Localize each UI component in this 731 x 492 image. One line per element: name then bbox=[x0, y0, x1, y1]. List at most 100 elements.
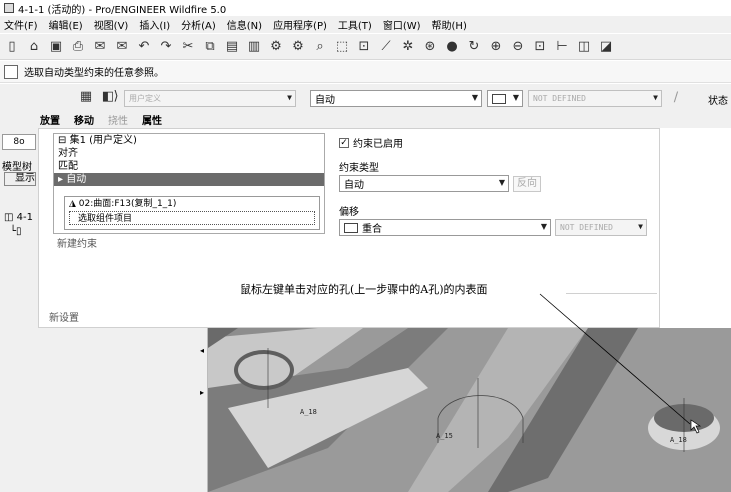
show-button[interactable]: 显示 bbox=[4, 172, 36, 186]
reference-item[interactable]: ◮ 02:曲面:F13(复制_1_1) bbox=[65, 197, 319, 211]
refit-icon[interactable]: ⊡ bbox=[532, 39, 548, 55]
reference-collector: ◮ 02:曲面:F13(复制_1_1) 选取组件项目 bbox=[64, 196, 320, 230]
set-title-label: 集1 (用户定义) bbox=[69, 135, 137, 146]
constraint-enabled-checkbox[interactable]: ✓ 约束已启用 bbox=[339, 135, 403, 150]
constraint-enabled-label: 约束已启用 bbox=[353, 139, 403, 150]
offset-not-defined: NOT DEFINED bbox=[533, 94, 586, 103]
instruction-callout: 鼠标左键单击对应的孔(上一步骤中的A孔)的内表面 bbox=[236, 279, 566, 299]
cut-icon[interactable]: ✂ bbox=[180, 39, 196, 55]
assembly-icon: ◫ bbox=[4, 212, 14, 223]
menu-bar: 文件(F) 编辑(E) 视图(V) 插入(I) 分析(A) 信息(N) 应用程序… bbox=[0, 16, 731, 33]
regen-manager-icon[interactable]: ⚙ bbox=[290, 39, 306, 55]
flip-icon[interactable]: ∕ bbox=[668, 90, 684, 106]
constraint-item-auto[interactable]: ▸ 自动 bbox=[54, 173, 324, 186]
collapse-arrow-icon[interactable]: ◂ bbox=[200, 346, 204, 355]
orient-icon[interactable]: ⊢ bbox=[554, 39, 570, 55]
offset-value-field[interactable]: NOT DEFINED ▼ bbox=[555, 219, 647, 236]
tab-properties[interactable]: 属性 bbox=[142, 112, 162, 127]
arrow-right-icon: ▸ bbox=[58, 174, 64, 185]
chevron-down-icon: ▼ bbox=[498, 178, 505, 187]
open-file-icon[interactable]: ⌂ bbox=[26, 39, 42, 55]
find-icon[interactable]: ⌕ bbox=[312, 39, 328, 55]
model-tree-tab-icon: 8o bbox=[13, 137, 25, 147]
constraint-type-select[interactable]: 自动 ▼ bbox=[310, 90, 482, 107]
viewport-label-a15: A_15 bbox=[436, 432, 453, 440]
chevron-down-icon: ▼ bbox=[512, 93, 519, 102]
user-defined-select[interactable]: 用户定义 ▼ bbox=[124, 90, 296, 107]
menu-view[interactable]: 视图(V) bbox=[94, 17, 129, 32]
constraint-item-align[interactable]: 对齐 bbox=[54, 147, 324, 160]
new-set-link[interactable]: 新设置 bbox=[49, 309, 79, 324]
callout-text: 鼠标左键单击对应的孔(上一步骤中的A孔)的内表面 bbox=[240, 283, 488, 296]
zoom-in-icon[interactable]: ⊕ bbox=[488, 39, 504, 55]
dashboard-tabs: 放置 移动 挠性 属性 bbox=[40, 112, 162, 127]
new-file-icon[interactable]: ▯ bbox=[4, 39, 20, 55]
email-link-icon[interactable]: ✉ bbox=[114, 39, 130, 55]
layers-icon[interactable]: ◪ bbox=[598, 39, 614, 55]
menu-window[interactable]: 窗口(W) bbox=[383, 17, 421, 32]
datum-csys-icon[interactable]: ⊛ bbox=[422, 39, 438, 55]
chevron-down-icon: ▼ bbox=[287, 93, 292, 102]
spin-icon[interactable]: ↻ bbox=[466, 39, 482, 55]
menu-tools[interactable]: 工具(T) bbox=[338, 17, 372, 32]
component-icon[interactable]: ▦ bbox=[78, 89, 94, 105]
hint-text: 选取自动类型约束的任意参照。 bbox=[24, 68, 164, 79]
select-box-icon[interactable]: ⬚ bbox=[334, 39, 350, 55]
email-icon[interactable]: ✉ bbox=[92, 39, 108, 55]
copy-icon[interactable]: ⧉ bbox=[202, 39, 218, 55]
offset-value-not-defined: NOT DEFINED bbox=[560, 223, 613, 232]
datum-axis-icon[interactable]: ⟋ bbox=[378, 39, 394, 55]
sketch-icon[interactable]: ⊡ bbox=[356, 39, 372, 55]
offset-dropdown[interactable]: 重合 ▼ bbox=[339, 219, 551, 236]
checkmark-icon: ✓ bbox=[339, 137, 349, 148]
constraint-type-dropdown[interactable]: 自动 ▼ bbox=[339, 175, 509, 192]
graphics-viewport[interactable]: A_18 A_15 A_18 bbox=[208, 328, 731, 492]
select-component-item[interactable]: 选取组件项目 bbox=[69, 211, 315, 225]
tab-move[interactable]: 移动 bbox=[74, 112, 94, 127]
saved-views-icon[interactable]: ◫ bbox=[576, 39, 592, 55]
menu-applications[interactable]: 应用程序(P) bbox=[273, 17, 327, 32]
constraint-item-mate[interactable]: 匹配 bbox=[54, 160, 324, 173]
save-icon[interactable]: ▣ bbox=[48, 39, 64, 55]
shading-icon[interactable]: ● bbox=[444, 39, 460, 55]
redo-icon[interactable]: ↷ bbox=[158, 39, 174, 55]
menu-insert[interactable]: 插入(I) bbox=[139, 17, 170, 32]
datum-point-icon[interactable]: ✲ bbox=[400, 39, 416, 55]
paste-special-icon[interactable]: ▥ bbox=[246, 39, 262, 55]
status-label: 状态 bbox=[708, 96, 728, 107]
tab-flexibility[interactable]: 挠性 bbox=[108, 112, 128, 127]
menu-analysis[interactable]: 分析(A) bbox=[181, 17, 216, 32]
chevron-down-icon: ▼ bbox=[471, 93, 478, 102]
tree-item-root[interactable]: ◫ 4-1 bbox=[4, 212, 33, 223]
window-title: 4-1-1 (活动的) - Pro/ENGINEER Wildfire 5.0 bbox=[18, 4, 227, 16]
constraint-type-value: 自动 bbox=[315, 95, 335, 106]
offset-value-input[interactable]: NOT DEFINED ▼ bbox=[528, 90, 662, 107]
model-tree-label: 模型树 bbox=[2, 162, 32, 173]
flip-button[interactable]: 反向 bbox=[513, 176, 541, 192]
chevron-down-icon: ▼ bbox=[638, 222, 643, 231]
chevron-down-icon: ▼ bbox=[540, 222, 547, 231]
set-title[interactable]: ⊟ 集1 (用户定义) bbox=[54, 134, 324, 147]
print-icon[interactable]: ⎙ bbox=[70, 39, 86, 55]
constraint-item-auto-label: 自动 bbox=[66, 174, 87, 185]
menu-info[interactable]: 信息(N) bbox=[227, 17, 262, 32]
offset-label: 偏移 bbox=[339, 207, 359, 218]
new-constraint-link[interactable]: 新建约束 bbox=[57, 235, 97, 250]
menu-help[interactable]: 帮助(H) bbox=[432, 17, 467, 32]
model-tree-tab[interactable]: 8o bbox=[2, 134, 36, 150]
coincident-icon bbox=[492, 93, 506, 104]
expand-arrow-icon[interactable]: ▸ bbox=[200, 388, 204, 397]
paste-icon[interactable]: ▤ bbox=[224, 39, 240, 55]
surface-icon: ◮ bbox=[69, 199, 76, 209]
menu-edit[interactable]: 编辑(E) bbox=[49, 17, 83, 32]
regenerate-icon[interactable]: ⚙ bbox=[268, 39, 284, 55]
menu-file[interactable]: 文件(F) bbox=[4, 17, 38, 32]
placement-arrow-icon[interactable]: ⟩ bbox=[108, 89, 124, 105]
user-defined-value: 用户定义 bbox=[129, 94, 161, 103]
tab-placement[interactable]: 放置 bbox=[40, 112, 60, 127]
undo-icon[interactable]: ↶ bbox=[136, 39, 152, 55]
zoom-out-icon[interactable]: ⊖ bbox=[510, 39, 526, 55]
constraint-options: ✓ 约束已启用 约束类型 自动 ▼ 反向 偏移 重合 ▼ NOT DEFINED… bbox=[339, 133, 661, 303]
offset-type-select[interactable]: ▼ bbox=[487, 90, 523, 107]
chevron-down-icon: ▼ bbox=[653, 93, 658, 102]
